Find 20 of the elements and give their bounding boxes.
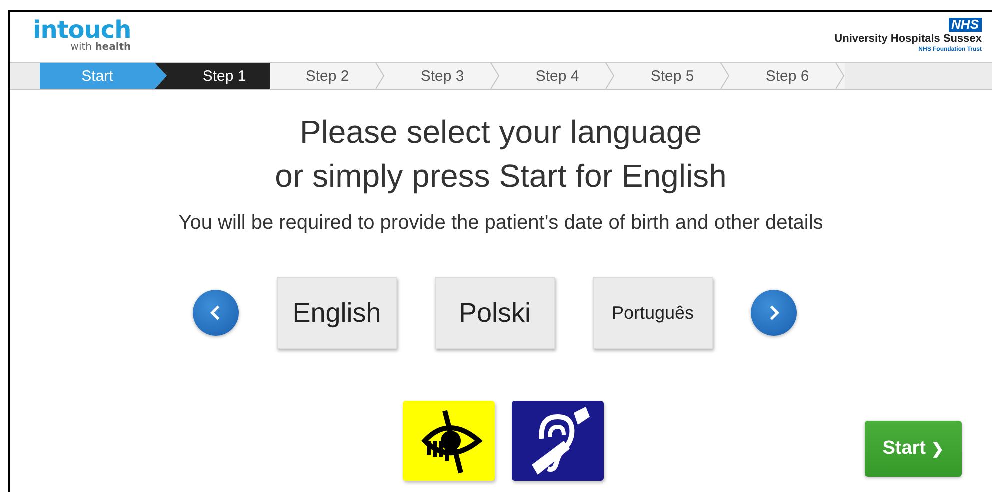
progress-step: Start bbox=[40, 63, 167, 89]
previous-button[interactable] bbox=[193, 290, 239, 336]
heading-line: or simply press Start for English bbox=[275, 157, 727, 196]
language-button[interactable]: English bbox=[277, 277, 397, 349]
visual-impairment-button[interactable] bbox=[403, 401, 495, 481]
instruction-text: You will be required to provide the patient's date of birth and other details bbox=[178, 212, 824, 235]
progress-step: Step 3 bbox=[385, 63, 500, 89]
logo-wordmark: intouch bbox=[33, 18, 132, 42]
progress-step: Step 2 bbox=[270, 63, 385, 89]
progress-step: Step 6 bbox=[730, 63, 845, 89]
hearing-loop-button[interactable] bbox=[512, 401, 604, 481]
trust-name: University Hospitals Sussex bbox=[834, 32, 982, 46]
language-button[interactable]: Polski bbox=[435, 277, 555, 349]
logo-tagline: with health bbox=[70, 42, 132, 54]
heading-line: Please select your language bbox=[300, 113, 702, 152]
nhs-badge: NHS bbox=[948, 18, 982, 32]
language-button[interactable]: Português bbox=[593, 277, 713, 349]
progress-step: Step 4 bbox=[500, 63, 615, 89]
next-button[interactable] bbox=[751, 290, 797, 336]
progress-step: Step 5 bbox=[615, 63, 730, 89]
